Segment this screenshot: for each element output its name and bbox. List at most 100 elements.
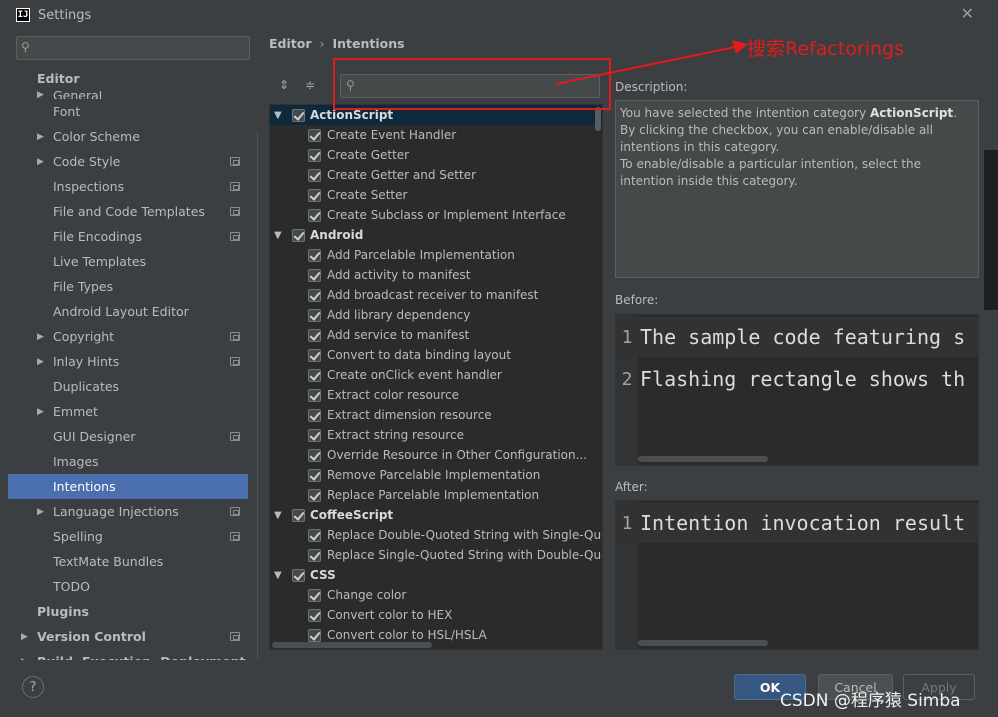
sidebar-item-file-encodings[interactable]: File Encodings xyxy=(8,224,248,249)
expand-arrow-icon[interactable]: ▶ xyxy=(37,132,44,142)
intention-item[interactable]: Create Setter xyxy=(270,185,602,205)
sidebar-item-version-control[interactable]: ▶ Version Control xyxy=(8,624,248,649)
intention-checkbox[interactable] xyxy=(292,108,305,122)
intention-item[interactable]: Replace Parcelable Implementation xyxy=(270,485,602,505)
sidebar-item-inspections[interactable]: Inspections xyxy=(8,174,248,199)
sidebar-item-file-and-code-templates[interactable]: File and Code Templates xyxy=(8,199,248,224)
intention-item[interactable]: Change color xyxy=(270,585,602,605)
sidebar-item-duplicates[interactable]: Duplicates xyxy=(8,374,248,399)
expand-arrow-icon[interactable]: ▶ xyxy=(37,332,44,342)
settings-search-input[interactable]: ⚲ xyxy=(16,36,250,60)
intention-item[interactable]: Replace Double-Quoted String with Single… xyxy=(270,525,602,545)
intention-checkbox[interactable] xyxy=(292,568,305,582)
expand-arrow-icon[interactable]: ▶ xyxy=(37,91,44,99)
intention-checkbox[interactable] xyxy=(308,608,321,622)
intention-checkbox[interactable] xyxy=(308,208,321,222)
collapse-arrow-icon[interactable]: ▼ xyxy=(274,570,282,581)
intention-item[interactable]: Extract color resource xyxy=(270,385,602,405)
intention-item[interactable]: Replace Single-Quoted String with Double… xyxy=(270,545,602,565)
intention-item[interactable]: Add broadcast receiver to manifest xyxy=(270,285,602,305)
expand-arrow-icon[interactable]: ▶ xyxy=(37,507,44,517)
sidebar-item-color-scheme[interactable]: ▶ Color Scheme xyxy=(8,124,248,149)
intention-checkbox[interactable] xyxy=(308,148,321,162)
sidebar-item-spelling[interactable]: Spelling xyxy=(8,524,248,549)
expand-arrow-icon[interactable]: ▶ xyxy=(37,357,44,367)
sidebar-item-images[interactable]: Images xyxy=(8,449,248,474)
intention-checkbox[interactable] xyxy=(308,428,321,442)
sidebar-item-code-style[interactable]: ▶ Code Style xyxy=(8,149,248,174)
intention-category[interactable]: ▼ CSS xyxy=(270,565,602,585)
intention-checkbox[interactable] xyxy=(308,488,321,502)
intention-checkbox[interactable] xyxy=(308,628,321,642)
intention-item[interactable]: Remove Parcelable Implementation xyxy=(270,465,602,485)
sidebar-item-plugins[interactable]: Plugins xyxy=(8,599,248,624)
sidebar-item-font[interactable]: Font xyxy=(8,99,248,124)
intention-checkbox[interactable] xyxy=(292,508,305,522)
intention-item[interactable]: Create Event Handler xyxy=(270,125,602,145)
collapse-arrow-icon[interactable]: ▼ xyxy=(274,510,282,521)
sidebar-item-emmet[interactable]: ▶ Emmet xyxy=(8,399,248,424)
intention-checkbox[interactable] xyxy=(308,528,321,542)
intention-item[interactable]: Override Resource in Other Configuration… xyxy=(270,445,602,465)
intention-item[interactable]: Add Parcelable Implementation xyxy=(270,245,602,265)
intention-checkbox[interactable] xyxy=(308,308,321,322)
sidebar-item-todo[interactable]: TODO xyxy=(8,574,248,599)
intention-item[interactable]: Create Getter and Setter xyxy=(270,165,602,185)
sidebar-item-copyright[interactable]: ▶ Copyright xyxy=(8,324,248,349)
sidebar-item-editor[interactable]: Editor xyxy=(8,66,248,91)
expand-arrow-icon[interactable]: ▶ xyxy=(21,657,28,661)
intention-checkbox[interactable] xyxy=(308,168,321,182)
intention-checkbox[interactable] xyxy=(308,288,321,302)
expand-arrow-icon[interactable]: ▶ xyxy=(21,632,28,642)
intention-category[interactable]: ▼ CoffeeScript xyxy=(270,505,602,525)
intention-item[interactable]: Create Getter xyxy=(270,145,602,165)
intention-item[interactable]: Add activity to manifest xyxy=(270,265,602,285)
intention-checkbox[interactable] xyxy=(308,188,321,202)
collapse-arrow-icon[interactable]: ▼ xyxy=(274,110,282,121)
intention-checkbox[interactable] xyxy=(308,128,321,142)
sidebar-item-file-types[interactable]: File Types xyxy=(8,274,248,299)
intentions-scrollbar[interactable] xyxy=(595,107,601,131)
after-hscrollbar[interactable] xyxy=(638,640,768,646)
intention-item[interactable]: Add service to manifest xyxy=(270,325,602,345)
sidebar-item-intentions[interactable]: Intentions xyxy=(8,474,248,499)
intention-checkbox[interactable] xyxy=(308,548,321,562)
intention-category[interactable]: ▼ Android xyxy=(270,225,602,245)
help-button[interactable]: ? xyxy=(22,676,44,698)
sidebar-item-inlay-hints[interactable]: ▶ Inlay Hints xyxy=(8,349,248,374)
sidebar-scrollbar[interactable] xyxy=(257,130,258,660)
sidebar-item-live-templates[interactable]: Live Templates xyxy=(8,249,248,274)
sidebar-item-textmate-bundles[interactable]: TextMate Bundles xyxy=(8,549,248,574)
intention-checkbox[interactable] xyxy=(308,248,321,262)
sidebar-item-build-execution-deployment[interactable]: ▶ Build, Execution, Deployment xyxy=(8,649,248,660)
intention-checkbox[interactable] xyxy=(308,448,321,462)
collapse-all-icon[interactable]: ≑ xyxy=(303,78,317,92)
sidebar-item-general[interactable]: ▶ General xyxy=(8,91,248,99)
intention-item[interactable]: Extract string resource xyxy=(270,425,602,445)
intention-checkbox[interactable] xyxy=(308,468,321,482)
breadcrumb-parent[interactable]: Editor xyxy=(269,36,312,51)
intention-item[interactable]: Convert to data binding layout xyxy=(270,345,602,365)
intention-item[interactable]: Extract dimension resource xyxy=(270,405,602,425)
intention-item[interactable]: Create Subclass or Implement Interface xyxy=(270,205,602,225)
collapse-arrow-icon[interactable]: ▼ xyxy=(274,230,282,241)
sidebar-item-android-layout-editor[interactable]: Android Layout Editor xyxy=(8,299,248,324)
intention-checkbox[interactable] xyxy=(292,228,305,242)
intentions-hscrollbar[interactable] xyxy=(272,642,432,648)
intention-checkbox[interactable] xyxy=(308,648,321,649)
intention-item[interactable]: Create onClick event handler xyxy=(270,365,602,385)
intention-checkbox[interactable] xyxy=(308,328,321,342)
expand-arrow-icon[interactable]: ▶ xyxy=(37,157,44,167)
intention-checkbox[interactable] xyxy=(308,268,321,282)
intention-item[interactable]: Convert color to HEX xyxy=(270,605,602,625)
intention-checkbox[interactable] xyxy=(308,588,321,602)
intention-checkbox[interactable] xyxy=(308,368,321,382)
sidebar-item-language-injections[interactable]: ▶ Language Injections xyxy=(8,499,248,524)
intention-checkbox[interactable] xyxy=(308,408,321,422)
close-icon[interactable]: ✕ xyxy=(961,4,974,23)
expand-arrow-icon[interactable]: ▶ xyxy=(37,407,44,417)
intention-category[interactable]: ▼ ActionScript xyxy=(270,105,602,125)
sidebar-item-gui-designer[interactable]: GUI Designer xyxy=(8,424,248,449)
intention-item[interactable]: Add library dependency xyxy=(270,305,602,325)
expand-all-icon[interactable]: ⇕ xyxy=(277,78,291,92)
